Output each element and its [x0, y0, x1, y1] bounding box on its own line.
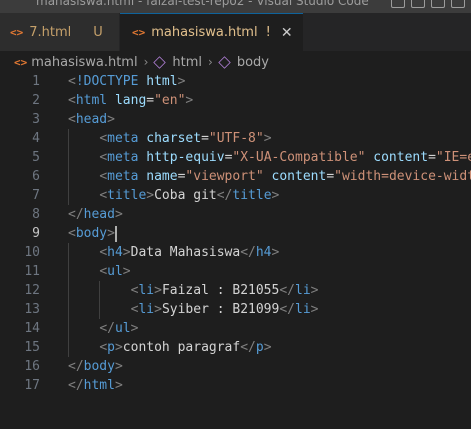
chevron-right-icon: ›: [208, 55, 213, 69]
line-number: 16: [24, 359, 40, 374]
code-line[interactable]: 1 <!DOCTYPE html>: [0, 72, 471, 91]
html-file-icon: <>: [14, 55, 28, 69]
code-line[interactable]: 7 <title>Coba git</title>: [0, 186, 471, 205]
window-controls: [391, 0, 465, 8]
line-number: 11: [24, 264, 40, 279]
code-line[interactable]: 12 <li>Faizal : B21055</li>: [0, 281, 471, 300]
code-line[interactable]: 16 </body>: [0, 357, 471, 376]
code-text: </ul>: [99, 321, 139, 336]
line-number: 5: [32, 150, 40, 165]
code-line[interactable]: 17 </html>: [0, 376, 471, 395]
code-line[interactable]: 3 <head>: [0, 110, 471, 129]
line-number: 9: [32, 226, 40, 241]
code-text: <title>Coba git</title>: [99, 188, 280, 203]
layout-split-icon[interactable]: [431, 0, 445, 8]
close-icon[interactable]: ✕: [281, 25, 293, 41]
code-line[interactable]: 15 <p>contoh paragraf</p>: [0, 338, 471, 357]
code-line[interactable]: 14 </ul>: [0, 319, 471, 338]
code-line[interactable]: 13 <li>Syiber : B21099</li>: [0, 300, 471, 319]
code-text: <li>Faizal : B21055</li>: [130, 283, 319, 298]
code-line[interactable]: 11 <ul>: [0, 262, 471, 281]
code-text: <!DOCTYPE html>: [68, 74, 186, 89]
line-number: 12: [24, 283, 40, 298]
line-number: 1: [32, 74, 40, 89]
code-text: <html lang="en">: [68, 93, 194, 108]
line-number: 2: [32, 93, 40, 108]
line-number: 3: [32, 112, 40, 127]
breadcrumb: <> mahasiswa.html › html › body: [0, 51, 471, 73]
line-number: 15: [24, 340, 40, 355]
window-title: mahasiswa.html - faizal-test-repo2 - Vis…: [36, 0, 369, 8]
line-number: 13: [24, 302, 40, 317]
code-text: </head>: [68, 207, 123, 222]
code-line[interactable]: 9 <body>: [0, 224, 471, 243]
line-number: 17: [24, 378, 40, 393]
code-text: <h4>Data Mahasiswa</h4>: [99, 245, 280, 260]
code-text: <li>Syiber : B21099</li>: [130, 302, 319, 317]
breadcrumb-html[interactable]: html: [172, 55, 202, 70]
code-text: <meta name="viewport" content="width=dev…: [99, 169, 471, 184]
line-number: 7: [32, 188, 40, 203]
code-text: </html>: [68, 378, 123, 393]
line-number: 14: [24, 321, 40, 336]
line-number: 6: [32, 169, 40, 184]
code-editor[interactable]: 1 <!DOCTYPE html> 2 <html lang="en"> 3 <head>…: [0, 72, 471, 429]
code-text: <ul>: [99, 264, 131, 279]
code-text: <meta http-equiv="X-UA-Compatible" conte…: [99, 150, 471, 165]
code-line[interactable]: 8 </head>: [0, 205, 471, 224]
line-number: 8: [32, 207, 40, 222]
text-cursor: [114, 225, 117, 242]
line-number: 10: [24, 245, 40, 260]
chevron-right-icon: ›: [143, 55, 149, 69]
html-file-icon: <>: [10, 25, 24, 39]
code-line[interactable]: 5 <meta http-equiv="X-UA-Compatible" con…: [0, 148, 471, 167]
layout-panel-icon[interactable]: [411, 0, 425, 8]
tab-label: mahasiswa.html: [151, 25, 258, 40]
layout-toggle-icon[interactable]: [391, 0, 405, 8]
element-icon: [218, 55, 231, 69]
tab-label: 7.html: [29, 24, 72, 40]
code-lines: 1 <!DOCTYPE html> 2 <html lang="en"> 3 <head>…: [0, 72, 471, 395]
untracked-badge: U: [93, 24, 103, 40]
code-text: <body>: [68, 225, 117, 242]
code-line[interactable]: 2 <html lang="en">: [0, 91, 471, 110]
code-line[interactable]: 4 <meta charset="UTF-8">: [0, 129, 471, 148]
breadcrumb-file[interactable]: mahasiswa.html: [31, 55, 137, 70]
code-line[interactable]: 10 <h4>Data Mahasiswa</h4>: [0, 243, 471, 262]
code-text: </body>: [68, 359, 123, 374]
line-number: 4: [32, 131, 40, 146]
warning-badge: !: [265, 25, 271, 40]
element-icon: [153, 55, 167, 69]
code-text: <head>: [68, 112, 115, 127]
breadcrumb-body[interactable]: body: [237, 55, 269, 70]
tab-7-html[interactable]: <> 7.html U: [0, 13, 120, 51]
layout-grid-icon[interactable]: [451, 0, 465, 8]
editor-tab-bar: <> 7.html U <> mahasiswa.html ! ✕: [0, 13, 471, 51]
title-bar: mahasiswa.html - faizal-test-repo2 - Vis…: [0, 0, 471, 13]
code-text: <meta charset="UTF-8">: [99, 131, 272, 146]
html-file-icon: <>: [132, 26, 146, 39]
tab-mahasiswa-html[interactable]: <> mahasiswa.html ! ✕: [120, 13, 303, 51]
code-line[interactable]: 6 <meta name="viewport" content="width=d…: [0, 167, 471, 186]
code-text: <p>contoh paragraf</p>: [99, 340, 272, 355]
